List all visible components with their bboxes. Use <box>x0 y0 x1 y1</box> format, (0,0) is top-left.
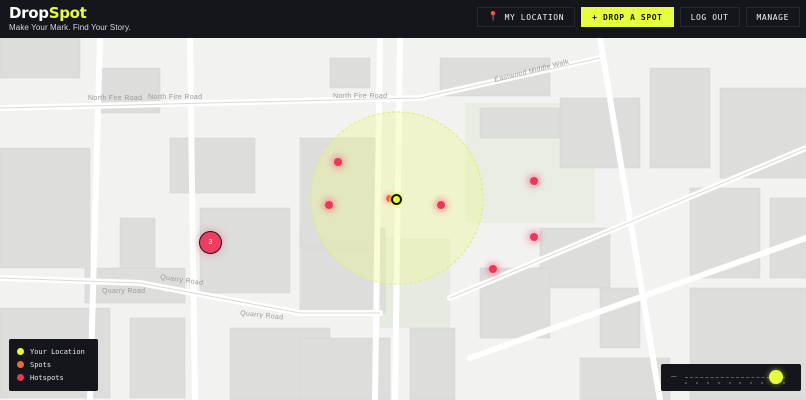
road-label-north-fire-1: North Fire Road <box>88 95 142 102</box>
tagline: Make Your Mark. Find Your Story. <box>9 23 131 32</box>
hotspot-dot-icon <box>17 374 24 381</box>
road-label-north-fire-2: North Fire Road <box>148 94 202 101</box>
your-location-marker <box>391 194 402 205</box>
map-tiles: North Fire Road North Fire Road North Fi… <box>0 38 806 400</box>
your-location-dot-icon <box>17 348 24 355</box>
zoom-slider[interactable]: – <box>661 364 801 391</box>
road-label-quarry-2: Quarry Road <box>102 288 145 295</box>
drop-a-spot-button[interactable]: + DROP A SPOT <box>581 7 674 27</box>
spot-dot-icon <box>17 361 24 368</box>
hotspot-marker[interactable] <box>530 177 538 185</box>
map-view[interactable]: North Fire Road North Fire Road North Fi… <box>0 38 806 400</box>
zoom-ticks <box>685 382 785 384</box>
zoom-out-icon[interactable]: – <box>671 372 676 382</box>
hotspot-marker[interactable] <box>437 201 445 209</box>
logout-button[interactable]: LOG OUT <box>679 7 740 27</box>
hotspot-marker[interactable] <box>334 158 342 166</box>
brand[interactable]: DropSpot Make Your Mark. Find Your Story… <box>9 6 131 33</box>
legend-item-spots: Spots <box>17 358 90 371</box>
app-header: DropSpot Make Your Mark. Find Your Story… <box>0 0 806 38</box>
map-legend: Your Location Spots Hotspots <box>9 339 98 391</box>
road-label-north-fire-3: North Fire Road <box>333 93 387 100</box>
my-location-button[interactable]: 📍 MY LOCATION <box>476 7 576 27</box>
zoom-handle[interactable] <box>769 370 783 384</box>
location-pin-icon: 📍 <box>487 12 500 22</box>
hotspot-marker[interactable] <box>530 233 538 241</box>
manage-button[interactable]: MANAGE <box>745 7 800 27</box>
cluster-marker[interactable]: 3 <box>199 231 222 254</box>
legend-item-your-location: Your Location <box>17 345 90 358</box>
hotspot-marker[interactable] <box>489 265 497 273</box>
logo[interactable]: DropSpot <box>9 6 131 21</box>
legend-item-hotspots: Hotspots <box>17 371 90 384</box>
hotspot-marker[interactable] <box>325 201 333 209</box>
top-nav: 📍 MY LOCATION + DROP A SPOT LOG OUT MANA… <box>476 7 800 27</box>
